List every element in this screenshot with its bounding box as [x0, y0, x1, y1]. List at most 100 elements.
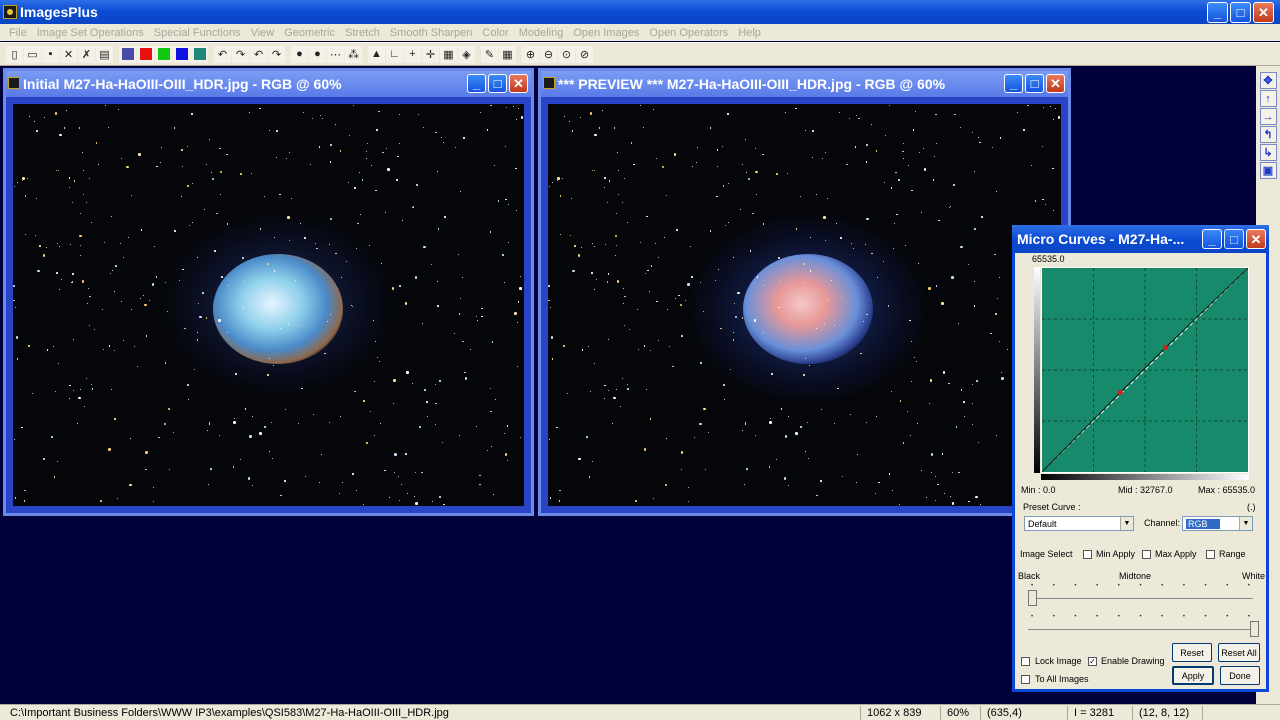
crosshair-icon[interactable]: ✛	[422, 45, 439, 63]
red-channel-icon[interactable]	[137, 45, 154, 63]
initial-image-window[interactable]: Initial M27-Ha-HaOIII-OIII_HDR.jpg - RGB…	[3, 68, 534, 516]
close-button[interactable]: ✕	[1253, 2, 1274, 23]
copy-icon[interactable]: ▣	[1259, 162, 1277, 179]
done-button[interactable]: Done	[1220, 666, 1260, 685]
menu-geometric[interactable]: Geometric	[279, 27, 340, 39]
curves-maximize-button[interactable]: □	[1224, 229, 1244, 249]
curves-minimize-button[interactable]: _	[1202, 229, 1222, 249]
mask-icon[interactable]: ●	[291, 45, 308, 63]
preview-minimize-button[interactable]: _	[1004, 74, 1023, 93]
histogram-icon[interactable]: ▲	[368, 45, 385, 63]
minimize-button[interactable]: _	[1207, 2, 1228, 23]
channel-select[interactable]: RGB ▼	[1182, 516, 1253, 531]
white-point-slider[interactable]	[1250, 621, 1259, 637]
curve-graph[interactable]	[1041, 267, 1249, 473]
arrow-down-return-icon[interactable]: ↳	[1259, 144, 1277, 161]
initial-close-button[interactable]: ✕	[509, 74, 528, 93]
preset-curve-select[interactable]: Default ▼	[1024, 516, 1134, 531]
preview-close-button[interactable]: ✕	[1046, 74, 1065, 93]
arrow-up-icon[interactable]: ↑	[1259, 90, 1277, 107]
max-apply-checkbox[interactable]	[1142, 550, 1151, 559]
apply-button[interactable]: Apply	[1172, 666, 1214, 685]
levels-icon[interactable]: ∟	[386, 45, 403, 63]
close-icon[interactable]: ✕	[60, 45, 77, 63]
calc-icon[interactable]: ▦	[440, 45, 457, 63]
preview-image-window[interactable]: *** PREVIEW *** M27-Ha-HaOIII-OIII_HDR.j…	[538, 68, 1071, 516]
star	[305, 476, 307, 478]
min-apply-label: Min Apply	[1096, 549, 1136, 559]
star	[593, 169, 595, 171]
zoom-out-icon[interactable]: ⊖	[540, 45, 557, 63]
dots-icon[interactable]: ⋯	[327, 45, 344, 63]
star	[32, 393, 34, 395]
arrow-return-icon[interactable]: ↰	[1259, 126, 1277, 143]
menu-file[interactable]: File	[4, 27, 32, 39]
blue-channel-icon[interactable]	[173, 45, 190, 63]
menu-modeling[interactable]: Modeling	[514, 27, 569, 39]
preview-maximize-button[interactable]: □	[1025, 74, 1044, 93]
micro-curves-dialog[interactable]: Micro Curves - M27-Ha-... _ □ ✕ 65535.0 …	[1012, 225, 1269, 692]
star	[507, 204, 509, 206]
zoom-actual-icon[interactable]: ⊘	[576, 45, 593, 63]
arrow-right-icon[interactable]: →	[1259, 108, 1277, 125]
zoom-in-icon[interactable]: ⊕	[522, 45, 539, 63]
min-apply-checkbox[interactable]	[1083, 550, 1092, 559]
menu-view[interactable]: View	[246, 27, 280, 39]
reset-button[interactable]: Reset	[1172, 643, 1212, 662]
initial-window-title-bar[interactable]: Initial M27-Ha-HaOIII-OIII_HDR.jpg - RGB…	[6, 71, 531, 97]
zoom-fit-icon[interactable]: ⊙	[558, 45, 575, 63]
rgb-channel-icon[interactable]	[119, 45, 136, 63]
curves-title-bar[interactable]: Micro Curves - M27-Ha-... _ □ ✕	[1012, 225, 1269, 253]
black-point-slider[interactable]	[1028, 590, 1037, 606]
initial-image[interactable]	[13, 104, 524, 506]
menu-special-functions[interactable]: Special Functions	[149, 27, 246, 39]
image-info-icon[interactable]: ◈	[458, 45, 475, 63]
star	[593, 363, 595, 365]
curve-control-point[interactable]	[1163, 345, 1169, 351]
initial-minimize-button[interactable]: _	[467, 74, 486, 93]
mask-invert-icon[interactable]: ●	[309, 45, 326, 63]
menu-open-operators[interactable]: Open Operators	[644, 27, 733, 39]
lock-image-checkbox[interactable]	[1021, 657, 1030, 666]
redo-icon[interactable]: ↷	[232, 45, 249, 63]
undo-icon[interactable]: ↶	[214, 45, 231, 63]
add-icon[interactable]: +	[404, 45, 421, 63]
new-icon[interactable]: ▯	[6, 45, 23, 63]
move-all-icon[interactable]: ✥	[1259, 72, 1277, 89]
menu-smooth-sharpen[interactable]: Smooth Sharpen	[385, 27, 478, 39]
curve-control-point[interactable]	[1117, 389, 1123, 395]
star	[239, 458, 241, 460]
range-checkbox[interactable]	[1206, 550, 1215, 559]
reset-all-button[interactable]: Reset All	[1218, 643, 1260, 662]
menu-color[interactable]: Color	[477, 27, 513, 39]
preview-window-title-bar[interactable]: *** PREVIEW *** M27-Ha-HaOIII-OIII_HDR.j…	[541, 71, 1068, 97]
grid-icon[interactable]	[191, 45, 208, 63]
curves-close-button[interactable]: ✕	[1246, 229, 1266, 249]
pencil-icon[interactable]: ✎	[481, 45, 498, 63]
save-icon[interactable]: ▪	[42, 45, 59, 63]
white-point-track[interactable]	[1028, 629, 1253, 630]
green-channel-icon[interactable]	[155, 45, 172, 63]
print-icon[interactable]: ▤	[96, 45, 113, 63]
star-select-icon[interactable]: ⁂	[345, 45, 362, 63]
undo-all-icon[interactable]: ↶	[250, 45, 267, 63]
menu-open-images[interactable]: Open Images	[568, 27, 644, 39]
status-zoom: 60%	[940, 705, 980, 720]
redo-all-icon[interactable]: ↷	[268, 45, 285, 63]
close-all-icon[interactable]: ✗	[78, 45, 95, 63]
preview-image[interactable]	[548, 104, 1061, 506]
star	[397, 155, 399, 158]
star	[441, 441, 443, 443]
open-icon[interactable]: ▭	[24, 45, 41, 63]
initial-maximize-button[interactable]: □	[488, 74, 507, 93]
menu-image-set-operations[interactable]: Image Set Operations	[32, 27, 149, 39]
enable-drawing-checkbox[interactable]: ✓	[1088, 657, 1097, 666]
star	[933, 155, 936, 158]
maximize-button[interactable]: □	[1230, 2, 1251, 23]
menu-stretch[interactable]: Stretch	[340, 27, 385, 39]
star	[219, 435, 221, 437]
menu-help[interactable]: Help	[733, 27, 766, 39]
grid-select-icon[interactable]: ▦	[499, 45, 516, 63]
to-all-images-checkbox[interactable]	[1021, 675, 1030, 684]
black-point-track[interactable]	[1028, 598, 1253, 599]
